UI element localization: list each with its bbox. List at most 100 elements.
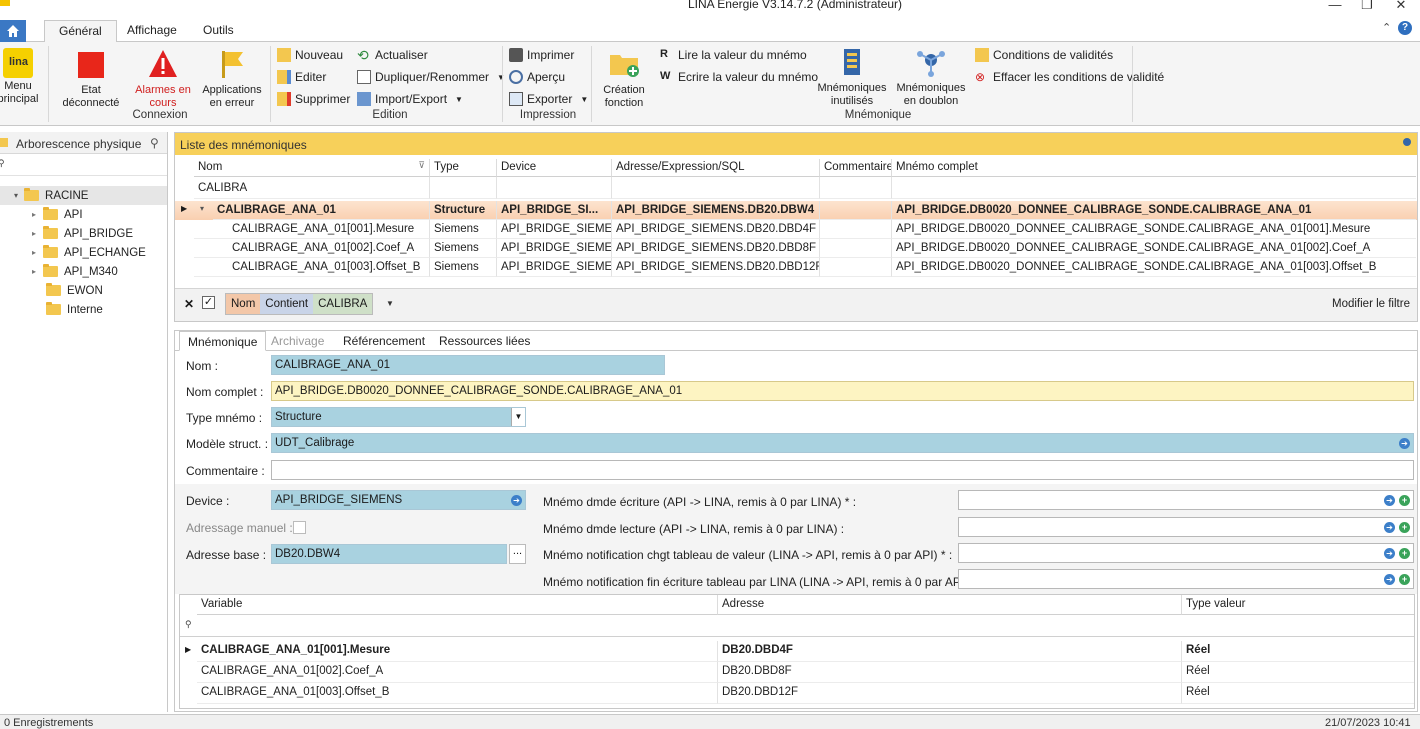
tree-item-api-m340[interactable]: ▸ API_M340 [0, 262, 167, 281]
table-cell-device[interactable]: API_BRIDGE_SIEME... [497, 220, 612, 239]
mnemoniques-inutilises-button[interactable]: Mnémoniques inutilisés [815, 46, 889, 108]
col-header-type[interactable]: Type [430, 159, 497, 177]
table-cell-variable[interactable]: CALIBRAGE_ANA_01[001].Mesure [197, 641, 718, 662]
table-cell-commentaire[interactable] [820, 220, 892, 239]
col-header-commentaire[interactable]: Commentaire [820, 159, 892, 177]
device-field[interactable]: API_BRIDGE_SIEMENS ➔ [271, 490, 526, 510]
navigate-arrow-icon[interactable]: ➔ [1384, 495, 1395, 506]
table-cell-mnemo-complet[interactable]: API_BRIDGE.DB0020_DONNEE_CALIBRAGE_SONDE… [892, 220, 1416, 239]
table-cell-type[interactable]: Siemens [430, 239, 497, 258]
home-tab[interactable] [0, 20, 26, 42]
restore-button[interactable]: ❐ [1352, 0, 1382, 15]
chevron-down-icon[interactable]: ▼ [511, 408, 525, 426]
tab-general[interactable]: Général [44, 20, 117, 43]
supprimer-button[interactable]: Supprimer [277, 89, 350, 109]
table-cell-variable[interactable]: CALIBRAGE_ANA_01[002].Coef_A [197, 662, 718, 683]
col-header-adresse[interactable]: Adresse [718, 595, 1182, 615]
chevron-right-icon[interactable]: ▸ [32, 267, 36, 276]
help-icon[interactable]: ? [1398, 21, 1412, 35]
mnemo-notif-chgt-field[interactable]: ➔ + [958, 543, 1414, 563]
variables-filter-row[interactable]: ⚲ [180, 615, 1414, 637]
chevron-down-icon[interactable]: ▾ [14, 191, 18, 200]
filter-cell-type[interactable] [430, 177, 497, 199]
clear-filter-icon[interactable]: ✕ [184, 297, 194, 311]
pin-icon[interactable]: ⚲ [150, 136, 159, 150]
tab-referencement[interactable]: Référencement [335, 331, 433, 351]
table-cell-nom[interactable]: CALIBRAGE_ANA_01 [213, 201, 430, 220]
conditions-validites-button[interactable]: Conditions de validités [975, 45, 1113, 65]
panel-menu-icon[interactable] [1403, 138, 1411, 146]
table-cell-mnemo-complet[interactable]: API_BRIDGE.DB0020_DONNEE_CALIBRAGE_SONDE… [892, 201, 1416, 220]
modele-struct-field[interactable]: UDT_Calibrage ➔ [271, 433, 1414, 453]
tab-outils[interactable]: Outils [189, 20, 248, 43]
etat-button[interactable]: Etat déconnecté [56, 50, 126, 110]
editer-button[interactable]: Editer [277, 67, 326, 87]
imprimer-button[interactable]: Imprimer [509, 45, 574, 65]
table-cell-type[interactable]: Structure [430, 201, 497, 220]
collapse-ribbon-icon[interactable]: ⌃ [1382, 21, 1391, 34]
menu-principal-button[interactable]: lina Menu principal [0, 48, 42, 106]
chevron-right-icon[interactable]: ▸ [32, 248, 36, 257]
tree-item-ewon[interactable]: EWON [0, 281, 167, 300]
modifier-filtre-link[interactable]: Modifier le filtre [1332, 298, 1410, 310]
col-header-adresse[interactable]: Adresse/Expression/SQL [612, 159, 820, 177]
dupliquer-button[interactable]: Dupliquer/Renommer ▼ [357, 67, 505, 87]
table-cell-type-valeur[interactable]: Réel [1182, 662, 1414, 683]
filter-icon[interactable]: ⊽ [418, 160, 425, 171]
table-cell-nom[interactable]: CALIBRAGE_ANA_01[003].Offset_B [194, 258, 430, 277]
chevron-right-icon[interactable]: ▸ [32, 210, 36, 219]
table-cell-commentaire[interactable] [820, 201, 892, 220]
table-cell-adresse[interactable]: API_BRIDGE_SIEMENS.DB20.DBW4 [612, 201, 820, 220]
tab-ressources-liees[interactable]: Ressources liées [431, 331, 538, 351]
ecrire-valeur-button[interactable]: W Ecrire la valeur du mnémo [660, 67, 818, 87]
effacer-conditions-button[interactable]: ⊗ Effacer les conditions de validité [975, 67, 1164, 87]
add-icon[interactable]: + [1399, 548, 1410, 559]
tab-mnemonique[interactable]: Mnémonique [179, 331, 267, 351]
add-icon[interactable]: + [1399, 522, 1410, 533]
mnemo-dmde-ecriture-field[interactable]: ➔ + [958, 490, 1414, 510]
table-cell-device[interactable]: API_BRIDGE_SI... [497, 201, 612, 220]
tab-affichage[interactable]: Affichage [113, 20, 191, 43]
nom-field[interactable]: CALIBRAGE_ANA_01 [271, 355, 665, 375]
applications-button[interactable]: Applications en erreur [198, 48, 266, 110]
table-cell-type[interactable]: Siemens [430, 220, 497, 239]
table-cell-commentaire[interactable] [820, 239, 892, 258]
lire-valeur-button[interactable]: R Lire la valeur du mnémo [660, 45, 807, 65]
mnemo-notif-fin-field[interactable]: ➔ + [958, 569, 1414, 589]
exporter-button[interactable]: Exporter ▼ [509, 89, 588, 109]
table-cell-commentaire[interactable] [820, 258, 892, 277]
tree-item-interne[interactable]: Interne [0, 300, 167, 319]
table-cell-type-valeur[interactable]: Réel [1182, 683, 1414, 704]
table-cell-nom[interactable]: CALIBRAGE_ANA_01[001].Mesure [194, 220, 430, 239]
add-icon[interactable]: + [1399, 574, 1410, 585]
nouveau-button[interactable]: Nouveau [277, 45, 343, 65]
apercu-button[interactable]: Aperçu [509, 67, 565, 87]
creation-fonction-button[interactable]: Création fonction [594, 48, 654, 110]
mnemo-dmde-lecture-field[interactable]: ➔ + [958, 517, 1414, 537]
filter-cell-adresse[interactable] [612, 177, 820, 199]
table-cell-type[interactable]: Siemens [430, 258, 497, 277]
filter-enable-checkbox[interactable]: ✓ [202, 296, 215, 309]
filter-cell-mnemo-complet[interactable] [892, 177, 1416, 199]
import-export-button[interactable]: Import/Export ▼ [357, 89, 463, 109]
col-header-nom[interactable]: Nom ⊽ [194, 159, 430, 177]
table-cell-adresse[interactable]: DB20.DBD4F [718, 641, 1182, 662]
filter-cell-nom[interactable]: CALIBRA [194, 177, 430, 199]
table-cell-adresse[interactable]: API_BRIDGE_SIEMENS.DB20.DBD8F [612, 239, 820, 258]
table-cell-adresse[interactable]: DB20.DBD12F [718, 683, 1182, 704]
table-cell-adresse[interactable]: API_BRIDGE_SIEMENS.DB20.DBD4F [612, 220, 820, 239]
col-header-variable[interactable]: Variable [197, 595, 718, 615]
mnemoniques-doublon-button[interactable]: Mnémoniques en doublon [894, 46, 968, 108]
tree-item-api[interactable]: ▸ API [0, 205, 167, 224]
navigate-arrow-icon[interactable]: ➔ [1399, 438, 1410, 449]
col-header-mnemo-complet[interactable]: Mnémo complet [892, 159, 1416, 177]
minimize-button[interactable]: — [1320, 0, 1350, 15]
table-cell-type-valeur[interactable]: Réel [1182, 641, 1414, 662]
navigate-arrow-icon[interactable]: ➔ [1384, 548, 1395, 559]
filter-history-dropdown[interactable]: ▼ [386, 299, 394, 308]
table-cell-adresse[interactable]: API_BRIDGE_SIEMENS.DB20.DBD12F [612, 258, 820, 277]
col-header-device[interactable]: Device [497, 159, 612, 177]
navigate-arrow-icon[interactable]: ➔ [1384, 574, 1395, 585]
filter-cell-commentaire[interactable] [820, 177, 892, 199]
close-button[interactable]: ✕ [1386, 0, 1416, 15]
